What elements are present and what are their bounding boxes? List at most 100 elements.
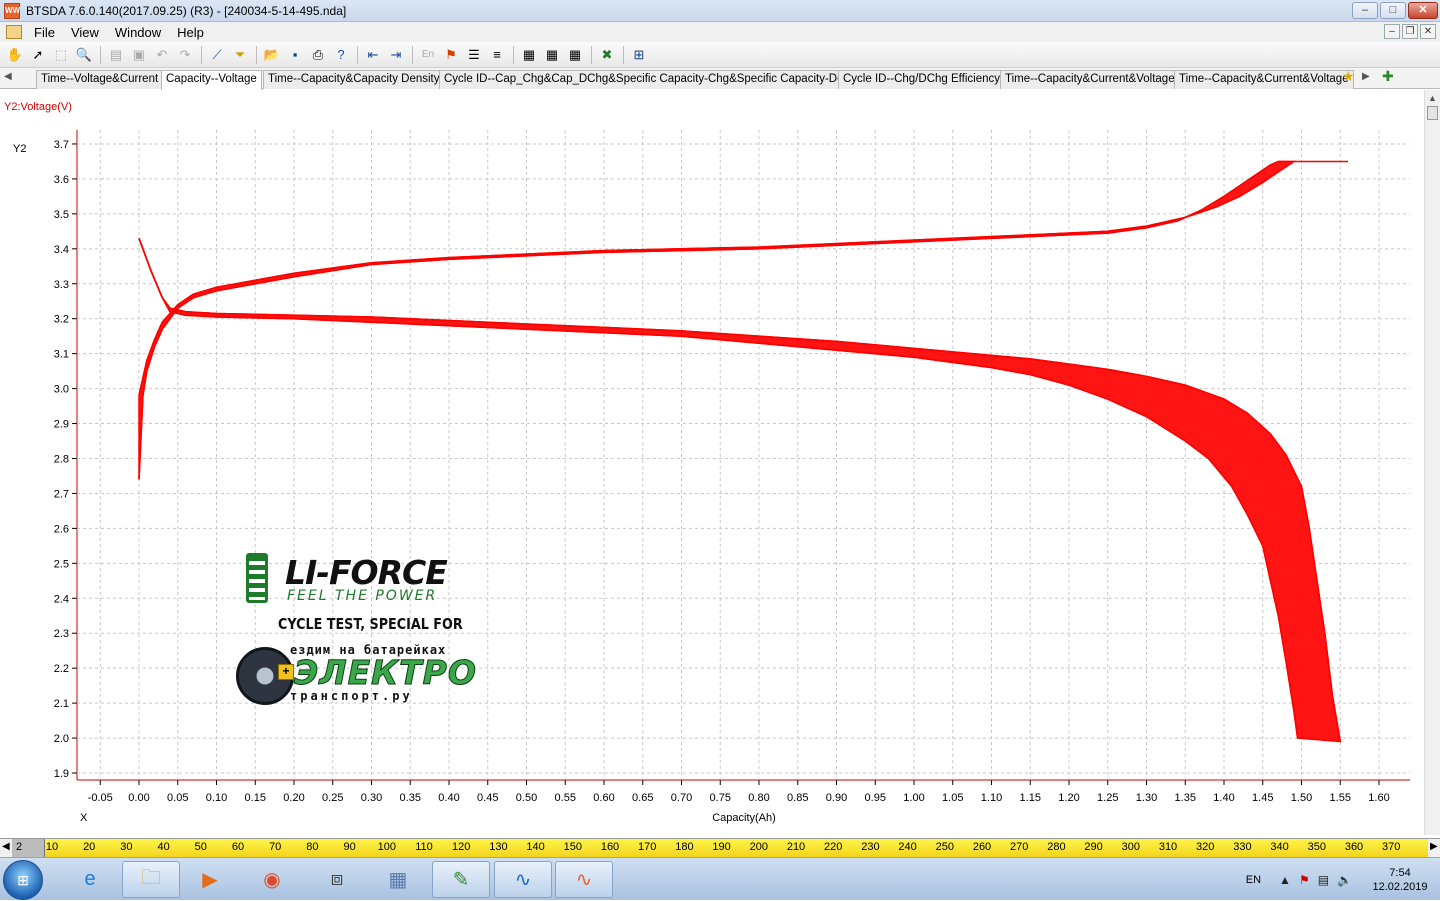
tray-expand-icon[interactable]: ▲ xyxy=(1279,873,1291,887)
ruler-tick-label: 250 xyxy=(935,841,954,853)
mdi-close-button[interactable]: ✕ xyxy=(1420,24,1436,39)
zoom-rect-icon[interactable]: ⬚ xyxy=(50,45,72,65)
report-icon[interactable]: ⊞ xyxy=(628,45,650,65)
zoom-icon[interactable]: 🔍 xyxy=(73,45,95,65)
ruler-tick-label: 50 xyxy=(194,841,207,853)
scroll-up-icon[interactable]: ▲ xyxy=(1425,90,1440,106)
undo-icon[interactable]: ↶ xyxy=(151,45,173,65)
maximize-button[interactable]: □ xyxy=(1380,2,1406,19)
calculator-icon[interactable]: ▦ xyxy=(369,861,427,898)
y-tick-label: 2.6 xyxy=(54,523,69,535)
cursor-line-icon[interactable]: ⟋ xyxy=(206,45,228,65)
ruler-tick-label: 330 xyxy=(1233,841,1252,853)
menu-help[interactable]: Help xyxy=(171,25,214,40)
start-button[interactable]: ⊞ xyxy=(3,860,43,900)
charge-curve-band xyxy=(138,160,1297,480)
print-icon[interactable]: ⎙ xyxy=(307,45,329,65)
tab-time-voltage-current[interactable]: Time--Voltage&Current xyxy=(36,70,164,89)
volume-icon[interactable]: 🔈 xyxy=(1337,873,1352,887)
add-tab-icon[interactable]: ✚ xyxy=(1382,68,1394,85)
close-button[interactable]: ✕ xyxy=(1408,2,1438,19)
menu-window[interactable]: Window xyxy=(109,25,171,40)
tab-cycle-id-capacity[interactable]: Cycle ID--Cap_Chg&Cap_DChg&Specific Capa… xyxy=(439,70,861,89)
x-tick-label: 0.90 xyxy=(826,792,847,804)
layout-icon[interactable]: ▣ xyxy=(128,45,150,65)
help-icon[interactable]: ? xyxy=(330,45,352,65)
y-tick-label: 3.1 xyxy=(54,349,69,361)
clock-time: 7:54 xyxy=(1389,866,1411,879)
ruler-tick-label: 360 xyxy=(1344,841,1364,853)
table-icon[interactable]: ▦ xyxy=(518,45,540,65)
tab-time-capacity-density[interactable]: Time--Capacity&Capacity Density xyxy=(263,70,445,89)
table2-icon[interactable]: ▦ xyxy=(541,45,563,65)
x-tick-label: 0.45 xyxy=(477,792,498,804)
y-tick-label: 2.3 xyxy=(54,628,69,640)
x-tick-label: 0.80 xyxy=(748,792,769,804)
minimize-button[interactable]: – xyxy=(1352,2,1378,19)
title-bar: WW BTSDA 7.6.0.140(2017.09.25) (R3) - [2… xyxy=(0,0,1440,22)
clock[interactable]: 7:54 12.02.2019 xyxy=(1360,866,1440,894)
flag-icon[interactable]: ⚑ xyxy=(1299,873,1310,887)
cycle-ruler-track[interactable]: 10 20 30 40 50 60 70 80 90 100 110 120 130 140 150 160 1… xyxy=(12,839,1428,858)
y-tick-label: 2.0 xyxy=(54,733,69,745)
ruler-tick-label: 280 xyxy=(1047,841,1066,853)
package-icon[interactable]: ⧈ xyxy=(308,861,366,898)
paint-icon[interactable]: ✎ xyxy=(432,861,490,898)
chrome-icon[interactable]: ◉ xyxy=(243,861,301,898)
x-tick-label: 0.35 xyxy=(400,792,421,804)
logo-slogan: FEEL THE POWER xyxy=(287,588,438,604)
menu-view[interactable]: View xyxy=(65,25,109,40)
language-indicator[interactable]: EN xyxy=(1246,874,1261,886)
forward-icon[interactable]: ⇥ xyxy=(385,45,407,65)
save-icon[interactable]: ▪ xyxy=(284,45,306,65)
x-tick-label: 0.50 xyxy=(516,792,537,804)
y-tick-label: 2.1 xyxy=(54,698,69,710)
ruler-left-icon[interactable]: ◀ xyxy=(2,841,10,852)
bts-monitor-icon[interactable]: ∿ xyxy=(494,861,552,898)
series-line-1 xyxy=(138,160,1295,396)
ruler-tick-label: 80 xyxy=(306,841,319,853)
open-icon[interactable]: 📂 xyxy=(261,45,283,65)
x-tick-label: 0.95 xyxy=(865,792,886,804)
tab-capacity-voltage[interactable]: Capacity--Voltage xyxy=(161,70,262,90)
cycle-ruler[interactable]: ◀ 10 20 30 40 50 60 70 80 90 100 110 120 130 140 150 16… xyxy=(0,838,1440,858)
list2-icon[interactable]: ≡ xyxy=(486,45,508,65)
tab-scroll-left-icon[interactable]: ◀ xyxy=(4,71,12,82)
document-icon[interactable] xyxy=(6,25,22,39)
tab-time-capacity-current-voltage[interactable]: Time--Capacity&Current&Voltage xyxy=(1000,70,1180,89)
back-icon[interactable]: ⇤ xyxy=(362,45,384,65)
excel-icon[interactable]: ✖ xyxy=(596,45,618,65)
table3-icon[interactable]: ▦ xyxy=(564,45,586,65)
pointer-icon[interactable]: ➚ xyxy=(27,45,49,65)
ruler-right-icon[interactable]: ▶ xyxy=(1430,841,1438,852)
marker-icon[interactable]: ⚑ xyxy=(440,45,462,65)
explorer-icon[interactable]: 🗀 xyxy=(122,861,180,898)
menu-file[interactable]: File xyxy=(28,25,65,40)
window-title: BTSDA 7.6.0.140(2017.09.25) (R3) - [2400… xyxy=(26,3,347,18)
scroll-thumb[interactable] xyxy=(1427,106,1438,120)
star-icon[interactable]: ★ xyxy=(1342,68,1355,85)
vertical-scrollbar[interactable]: ▲ xyxy=(1424,90,1440,835)
media-player-icon[interactable]: ▶ xyxy=(181,861,239,898)
x-tick-label: 1.35 xyxy=(1175,792,1196,804)
mdi-minimize-button[interactable]: – xyxy=(1384,24,1400,39)
grid-icon[interactable]: ▤ xyxy=(105,45,127,65)
list-icon[interactable]: ☰ xyxy=(463,45,485,65)
filter-icon[interactable]: ⏷ xyxy=(229,45,251,65)
y2-axis-title: Y2:Voltage(V) xyxy=(4,101,72,113)
ie-icon[interactable]: e xyxy=(61,861,119,898)
ruler-tick-label: 140 xyxy=(526,841,545,853)
redo-icon[interactable]: ↷ xyxy=(174,45,196,65)
x-tick-label: 0.70 xyxy=(671,792,692,804)
language-icon[interactable]: En xyxy=(417,45,439,65)
tab-efficiency[interactable]: Cycle ID--Chg/DChg Efficiency xyxy=(838,70,1006,89)
pan-icon[interactable]: ✋ xyxy=(4,45,26,65)
network-icon[interactable]: ▤ xyxy=(1318,873,1329,887)
btsda-icon[interactable]: ∿ xyxy=(555,861,613,898)
tab-scroll-right-icon[interactable]: ▶ xyxy=(1362,71,1370,82)
x-tick-label: 0.25 xyxy=(322,792,343,804)
tab-time-capacity-current-voltage-2[interactable]: Time--Capacity&Current&Voltage xyxy=(1174,70,1354,89)
ruler-tick-label: 310 xyxy=(1158,841,1178,853)
ruler-tick-label: 20 xyxy=(83,841,96,853)
mdi-restore-button[interactable]: ❐ xyxy=(1402,24,1418,39)
